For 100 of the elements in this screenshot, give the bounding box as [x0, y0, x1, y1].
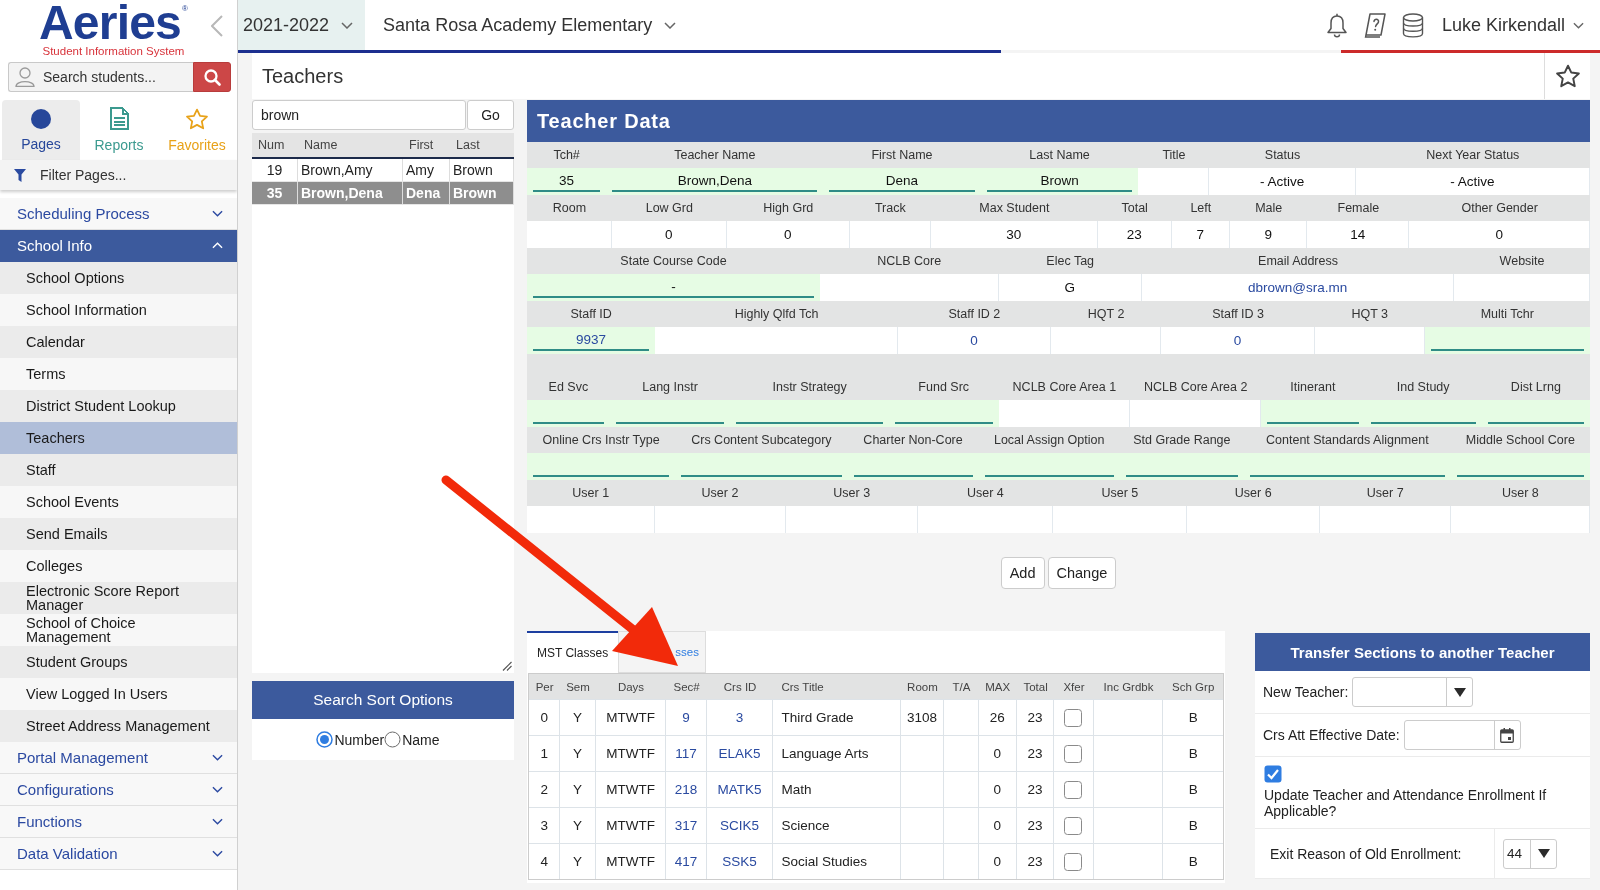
input-field[interactable]: Brown,Dena: [606, 168, 824, 195]
go-button[interactable]: Go: [467, 100, 514, 130]
input-field[interactable]: 9937: [527, 327, 656, 354]
action-button[interactable]: Change: [1047, 557, 1117, 589]
field-label: Last Name: [980, 142, 1139, 168]
calendar-icon: [1500, 727, 1515, 743]
table-cell: Brown,Amy: [298, 159, 403, 181]
radio-button[interactable]: [316, 731, 334, 748]
nav-item[interactable]: Teachers: [0, 422, 237, 454]
nav-group[interactable]: Portal Management: [0, 742, 237, 774]
input-field[interactable]: 35: [527, 168, 607, 195]
table-cell: 0: [978, 808, 1017, 843]
sidebar-tab[interactable]: Pages: [2, 100, 80, 160]
page-title: Teachers: [261, 64, 344, 88]
input-field[interactable]: [527, 400, 610, 427]
nav-group[interactable]: School Info: [0, 230, 237, 262]
column-header: First: [408, 138, 435, 152]
text-link[interactable]: 9: [682, 710, 690, 725]
text-link[interactable]: dbrown@sra.mn: [1247, 280, 1348, 295]
search-button[interactable]: [193, 62, 231, 92]
database-icon[interactable]: [1401, 12, 1424, 38]
table-cell: Brown,Dena: [298, 182, 403, 204]
nav-item[interactable]: District Student Lookup: [0, 390, 237, 422]
nav-item[interactable]: Electronic Score Report Manager: [0, 582, 237, 614]
field-label: Tch#: [527, 142, 607, 168]
checkbox[interactable]: [1064, 708, 1083, 727]
nav-group[interactable]: Data Validation: [0, 838, 237, 870]
text-link[interactable]: 0: [1233, 333, 1242, 348]
nav-item[interactable]: Calendar: [0, 326, 237, 358]
text-link[interactable]: 117: [675, 746, 697, 761]
nav-item[interactable]: School of Choice Management: [0, 614, 237, 646]
text-link[interactable]: SSK5: [722, 854, 757, 869]
input-field[interactable]: [1424, 327, 1590, 354]
help-book-icon[interactable]: [1363, 12, 1386, 38]
checkbox[interactable]: [1064, 852, 1083, 871]
nav-group[interactable]: Functions: [0, 806, 237, 838]
person-icon: [15, 67, 35, 87]
column-header: Crs ID: [722, 680, 758, 693]
bell-icon[interactable]: [1325, 12, 1348, 38]
text-link[interactable]: MATK5: [717, 782, 762, 797]
field-label: Itinerant: [1261, 354, 1365, 400]
table-row[interactable]: 19 Brown,Amy Amy Brown: [252, 159, 514, 182]
field-label: First Name: [823, 142, 981, 168]
column-header: Crs Title: [780, 680, 825, 693]
checkbox[interactable]: [1064, 744, 1083, 763]
select-field[interactable]: 44: [1503, 838, 1557, 869]
checkbox[interactable]: [1064, 780, 1083, 799]
nav-group[interactable]: Scheduling Process: [0, 198, 237, 230]
sidebar-tab[interactable]: Reports: [80, 100, 158, 160]
table-cell: MTWTF: [595, 844, 667, 879]
nav-item[interactable]: Student Groups: [0, 646, 237, 678]
input-field[interactable]: [888, 400, 999, 427]
search-field[interactable]: Search students...: [8, 62, 193, 92]
nav-item[interactable]: School Information: [0, 294, 237, 326]
chevron-left-icon[interactable]: [211, 15, 223, 37]
radio-button[interactable]: [384, 731, 402, 748]
nav-item[interactable]: Terms: [0, 358, 237, 390]
input-field[interactable]: Brown: [980, 168, 1139, 195]
nav-item[interactable]: View Logged In Users: [0, 678, 237, 710]
user-menu[interactable]: Luke Kirkendall: [1441, 14, 1584, 36]
nav-item[interactable]: School Events: [0, 486, 237, 518]
text-link[interactable]: 417: [674, 854, 698, 869]
checkbox[interactable]: [1064, 816, 1083, 835]
field-label: Crs Content Subcategory: [675, 427, 848, 453]
nav-item[interactable]: Street Address Management: [0, 710, 237, 742]
school-select[interactable]: Santa Rosa Academy Elementary: [375, 0, 685, 50]
input-field[interactable]: Dena: [823, 168, 981, 195]
logo-wordmark: Aeries: [39, 4, 181, 42]
table-cell-text: B: [1187, 709, 1199, 727]
nav-item[interactable]: Send Emails: [0, 518, 237, 550]
column-header: T/A: [951, 680, 972, 693]
table-cell: 23: [1016, 808, 1055, 843]
input-field[interactable]: [1450, 453, 1590, 480]
text-link[interactable]: 3: [735, 710, 744, 725]
column-header: Per: [534, 680, 555, 693]
filter-field[interactable]: Filter Pages...: [0, 160, 237, 190]
search-field[interactable]: brown: [252, 100, 466, 130]
text-link[interactable]: SCIK5: [720, 818, 760, 833]
text-link[interactable]: 317: [674, 818, 698, 833]
nav-item[interactable]: Colleges: [0, 550, 237, 582]
nav-item[interactable]: Staff: [0, 454, 237, 486]
select-field[interactable]: [1352, 677, 1474, 707]
table-cell: 1: [529, 736, 561, 771]
text-link[interactable]: ELAK5: [718, 746, 761, 761]
resize-grip-icon[interactable]: [502, 661, 512, 671]
input-field[interactable]: [1481, 400, 1590, 427]
year-select[interactable]: 2021-2022: [238, 0, 366, 50]
nav-item[interactable]: School Options: [0, 262, 237, 294]
text-link[interactable]: 218: [674, 782, 698, 797]
text-link[interactable]: 0: [970, 333, 978, 348]
input-field[interactable]: [1261, 400, 1365, 427]
checkbox[interactable]: [1264, 765, 1282, 783]
input-field[interactable]: [527, 453, 676, 480]
nav-group[interactable]: Configurations: [0, 774, 237, 806]
input-field[interactable]: -: [527, 274, 820, 301]
field-label: Website: [1454, 248, 1590, 274]
radio-label: Number: [334, 731, 385, 748]
action-button[interactable]: Add: [1000, 557, 1045, 589]
date-field[interactable]: [1403, 720, 1521, 750]
table-cell: 3: [529, 808, 561, 843]
